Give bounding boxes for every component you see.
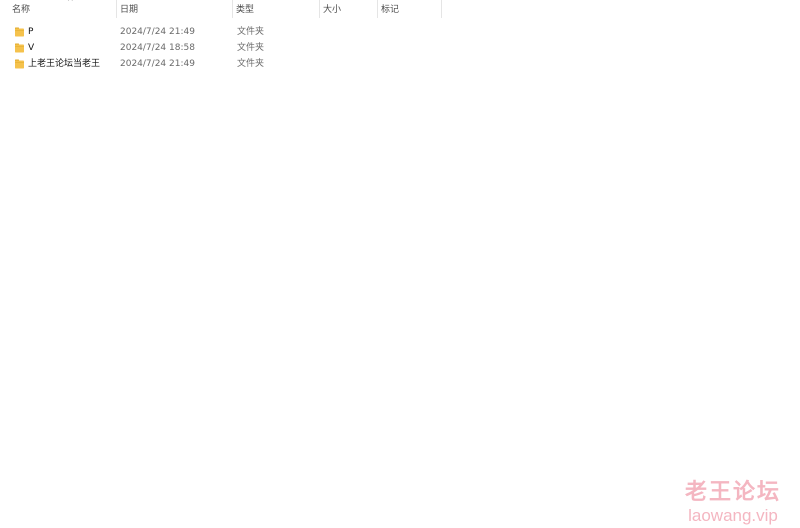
column-header-tags-label: 标记 [381, 5, 400, 15]
column-header-type-label: 类型 [236, 5, 255, 15]
folder-icon [15, 27, 24, 37]
file-type: 文件夹 [237, 59, 265, 69]
file-row[interactable]: P 2024/7/24 21:49 文件夹 [0, 24, 442, 40]
watermark-url: laowang.vip [688, 506, 778, 525]
watermark-logo: 老王论坛 laowang.vip [678, 480, 788, 525]
folder-icon [15, 43, 24, 53]
watermark-title: 老王论坛 [684, 480, 781, 505]
column-header-date[interactable]: 日期 [117, 0, 233, 18]
column-header-tags[interactable]: 标记 [378, 0, 442, 18]
file-date: 2024/7/24 21:49 [120, 27, 195, 37]
column-header-size-label: 大小 [323, 5, 342, 15]
column-header-size[interactable]: 大小 [320, 0, 378, 18]
file-type: 文件夹 [237, 43, 265, 53]
file-type: 文件夹 [237, 27, 265, 37]
file-row[interactable]: V 2024/7/24 18:58 文件夹 [0, 40, 442, 56]
file-list: P 2024/7/24 21:49 文件夹 V 2024/7/24 18:58 … [0, 24, 442, 72]
file-name: 上老王论坛当老王 [28, 59, 101, 69]
sort-ascending-icon: ^ [67, 0, 74, 6]
file-row[interactable]: 上老王论坛当老王 2024/7/24 21:49 文件夹 [0, 56, 442, 72]
file-date: 2024/7/24 18:58 [120, 43, 195, 53]
column-header-type[interactable]: 类型 [233, 0, 320, 18]
file-name: P [28, 27, 34, 37]
column-header-name-label: 名称 [12, 5, 31, 15]
file-name: V [28, 43, 35, 53]
column-header-name[interactable]: 名称 ^ [9, 0, 117, 18]
column-header-date-label: 日期 [120, 5, 139, 15]
file-date: 2024/7/24 21:49 [120, 59, 195, 69]
file-explorer-window: 名称 ^ 日期 类型 大小 标记 P 2024/7/24 21:49 文件夹 V… [0, 0, 800, 528]
column-header-row: 名称 ^ 日期 类型 大小 标记 [0, 0, 442, 18]
folder-icon [15, 59, 24, 69]
